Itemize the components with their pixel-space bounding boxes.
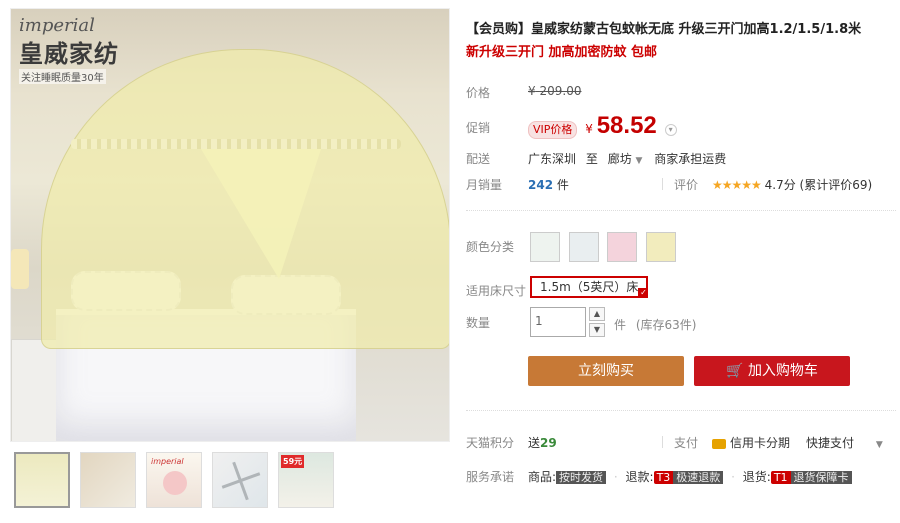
check-icon: ✓ <box>638 288 649 298</box>
product-info: 【会员购】皇威家纺蒙古包蚊帐无底 升级三开门加高1.2/1.5/1.8米 新升级… <box>466 20 896 64</box>
color-swatch-4[interactable] <box>646 232 676 262</box>
thumbnail-strip: imperial 59元 <box>10 452 450 508</box>
service-label: 服务承诺 <box>466 470 515 484</box>
thumbnail-price-badge: 59元 <box>281 455 305 468</box>
brand-tagline: 关注睡眠质量30年 <box>19 69 106 84</box>
qty-meta: 件 (库存63件) <box>614 316 696 333</box>
color-swatch-2[interactable] <box>569 232 599 262</box>
promo-price: 58.52 <box>596 112 657 139</box>
rating-score: 4.7分 <box>764 178 796 192</box>
qty-label: 数量 <box>466 316 491 330</box>
thumbnail-3[interactable]: imperial <box>146 452 202 508</box>
nightstand-decoration <box>11 339 61 441</box>
product-title: 【会员购】皇威家纺蒙古包蚊帐无底 升级三开门加高1.2/1.5/1.8米 <box>466 22 862 37</box>
currency-symbol: ¥ <box>585 122 593 136</box>
thumbnail-5[interactable]: 59元 <box>278 452 334 508</box>
lamp-decoration <box>11 249 29 289</box>
installment-option[interactable]: 信用卡分期 <box>712 434 790 451</box>
payment-label: 支付 <box>674 436 699 450</box>
product-gallery: imperial 皇威家纺 关注睡眠质量30年 imperial 59元 <box>10 8 450 508</box>
promo-label: 促销 <box>466 121 491 135</box>
size-option-selected[interactable]: 1.5m（5英尺）床 ✓ <box>530 276 649 298</box>
divider <box>466 410 896 411</box>
vip-price-tag: VIP价格 <box>528 121 578 139</box>
ship-to-word: 至 <box>585 152 598 166</box>
delivery-label: 配送 <box>466 152 491 166</box>
original-price: ¥ 209.00 <box>528 84 582 98</box>
promo-price-group: VIP价格 ¥ 58.52 ▾ <box>528 112 677 140</box>
stock-count: (库存63件) <box>635 318 697 332</box>
color-swatch-1[interactable] <box>530 232 560 262</box>
fast-pay-option[interactable]: 快捷支付 ▼ <box>806 434 883 451</box>
size-option-text: 1.5m（5英尺）床 <box>540 280 639 294</box>
qty-increase-button[interactable]: ▲ <box>589 307 605 321</box>
brand-name: 皇威家纺 <box>19 40 119 68</box>
divider <box>466 210 896 211</box>
cart-icon: 🛒 <box>726 363 744 379</box>
color-swatch-3[interactable] <box>607 232 637 262</box>
chevron-down-icon: ▼ <box>635 156 643 166</box>
star-rating-icon: ★★★★★ <box>712 178 762 192</box>
ship-from: 广东深圳 <box>528 152 577 166</box>
separator <box>662 434 663 448</box>
brand-script-text: imperial <box>19 15 95 36</box>
qty-decrease-button[interactable]: ▼ <box>589 323 605 337</box>
thumbnail-4[interactable] <box>212 452 268 508</box>
fast-refund-tag: 极速退款 <box>673 471 724 484</box>
service-tags[interactable]: 商品: 按时发货 · 退款: T3 极速退款 · 退货: T1 退货保障卡 <box>528 468 852 485</box>
chevron-down-icon: ▼ <box>875 440 883 450</box>
sales-unit: 件 <box>556 178 569 192</box>
sales-label: 月销量 <box>466 178 503 192</box>
delivery-info: 广东深圳 至 廊坊 ▼ 商家承担运费 <box>528 150 726 167</box>
rating-group[interactable]: ★★★★★ 4.7分 (累计评价69) <box>712 176 872 193</box>
separator <box>662 176 663 190</box>
points-value-group: 送29 <box>528 434 557 451</box>
main-product-image[interactable]: imperial 皇威家纺 关注睡眠质量30年 <box>10 8 450 442</box>
size-label: 适用床尺寸 <box>466 284 527 298</box>
rating-label: 评价 <box>674 178 699 192</box>
quantity-input[interactable]: 1 <box>530 307 586 337</box>
product-subtitle: 新升级三开门 加高加密防蚊 包邮 <box>466 45 658 60</box>
price-label: 价格 <box>466 86 491 100</box>
thumbnail-1[interactable] <box>14 452 70 508</box>
thumbnail-brand-label: imperial <box>151 457 184 466</box>
credit-card-icon <box>712 438 726 449</box>
buy-now-button[interactable]: 立刻购买 <box>528 356 684 386</box>
bear-print-icon <box>163 471 187 495</box>
on-time-delivery-tag: 按时发货 <box>556 471 607 484</box>
ship-to-select[interactable]: 廊坊 ▼ <box>608 152 643 166</box>
add-to-cart-label: 加入购物车 <box>747 363 818 379</box>
qty-unit: 件 <box>614 318 627 332</box>
review-count: (累计评价69) <box>799 178 873 192</box>
thumbnail-2[interactable] <box>80 452 136 508</box>
shipping-fee: 商家承担运费 <box>654 152 727 166</box>
points-label: 天猫积分 <box>466 436 515 450</box>
points-value: 29 <box>540 436 557 450</box>
brand-logo: imperial 皇威家纺 关注睡眠质量30年 <box>19 15 119 84</box>
chevron-down-icon[interactable]: ▾ <box>664 123 677 136</box>
return-guarantee-tag: 退货保障卡 <box>790 471 852 484</box>
color-label: 颜色分类 <box>466 240 515 254</box>
points-prefix: 送 <box>528 436 541 450</box>
sales-count-group: 242 件 <box>528 176 569 193</box>
add-to-cart-button[interactable]: 🛒 加入购物车 <box>694 356 850 386</box>
sales-count: 242 <box>528 178 554 192</box>
net-lace-trim <box>71 139 401 149</box>
